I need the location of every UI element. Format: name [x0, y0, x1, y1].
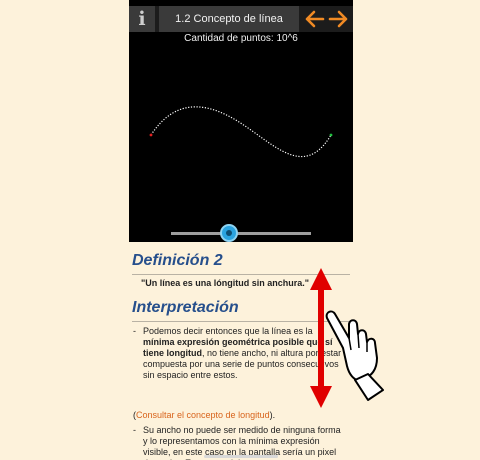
slider-thumb[interactable] [220, 224, 238, 242]
arrow-left-icon[interactable] [303, 9, 325, 29]
slider-track [171, 232, 311, 235]
lesson-title: 1.2 Concepto de línea [159, 6, 299, 32]
dotted-curve [150, 106, 332, 158]
home-indicator[interactable] [204, 455, 278, 458]
curve-end-point [329, 133, 333, 137]
bullet: - [133, 326, 136, 336]
curve-start-point [149, 133, 153, 137]
longitude-link[interactable]: Consultar el concepto de longitud [136, 410, 270, 420]
points-count-label: Cantidad de puntos: 10^6 [184, 33, 298, 44]
bullet: - [133, 425, 136, 435]
arrow-right-icon[interactable] [328, 9, 350, 29]
scroll-arrow-icon [310, 268, 332, 408]
line-canvas[interactable] [129, 50, 353, 220]
top-bar: i 1.2 Concepto de línea [129, 6, 353, 32]
info-button[interactable]: i [129, 6, 155, 32]
interpretation-heading: Interpretación [132, 299, 239, 316]
definition-heading: Definición 2 [132, 252, 223, 269]
longitude-link-line: (Consultar el concepto de longitud). [133, 410, 276, 420]
hand-swipe-icon [310, 268, 384, 408]
points-slider[interactable] [171, 222, 311, 244]
